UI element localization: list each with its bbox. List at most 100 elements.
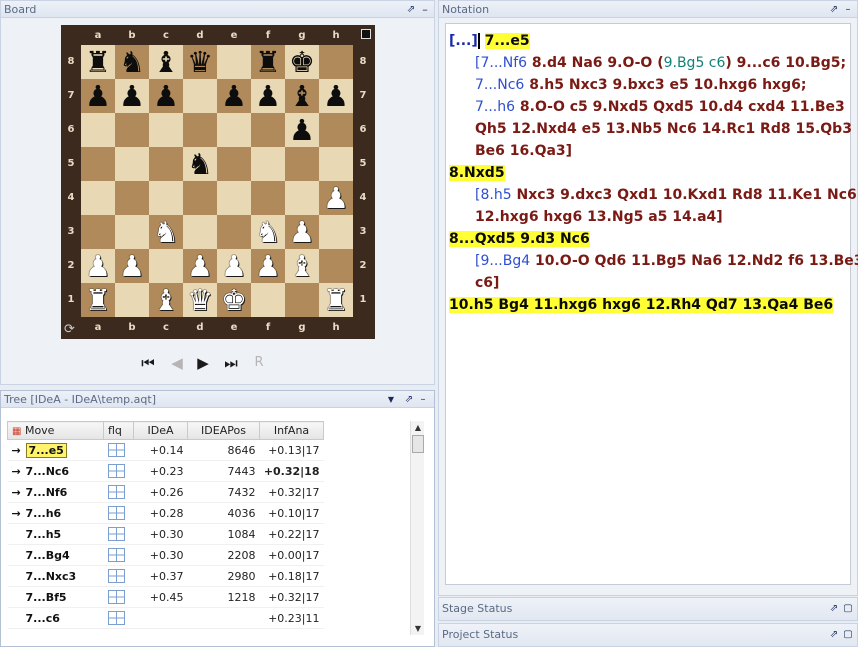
move-label[interactable]: 7...e5 (25, 442, 67, 458)
mainline-move[interactable]: 8.Nxd5 (449, 165, 505, 181)
square-c3[interactable]: ♞ (149, 215, 183, 249)
white-P-piece[interactable]: ♟ (289, 215, 315, 249)
pin-icon[interactable]: ⇗ (827, 624, 841, 641)
square-g4[interactable] (285, 181, 319, 215)
square-h6[interactable] (319, 113, 353, 147)
black-P-piece[interactable]: ♟ (221, 79, 247, 113)
square-c6[interactable] (149, 113, 183, 147)
square-h2[interactable] (319, 249, 353, 283)
last-move-button[interactable]: ⏭ (222, 353, 240, 373)
square-h1[interactable]: ♜ (319, 283, 353, 317)
black-P-piece[interactable]: ♟ (323, 79, 349, 113)
flip-board-icon[interactable]: ⟳ (64, 323, 78, 337)
white-R-piece[interactable]: ♜ (323, 283, 349, 317)
black-B-piece[interactable]: ♝ (153, 45, 179, 79)
white-P-piece[interactable]: ♟ (221, 249, 247, 283)
mainline-move[interactable]: 10.h5 Bg4 11.hxg6 hxg6 12.Rh4 Qd7 13.Qa4… (449, 297, 834, 313)
first-move-button[interactable]: ⏮ (139, 353, 157, 373)
tree-row[interactable]: 7...Bf5 +0.45 1218 +0.32|17 (7, 586, 324, 608)
black-Q-piece[interactable]: ♛ (187, 45, 213, 79)
square-a3[interactable] (81, 215, 115, 249)
square-c8[interactable]: ♝ (149, 45, 183, 79)
column-header-infana[interactable]: InfAna (259, 421, 324, 440)
move-label[interactable]: 7...Nxc3 (26, 570, 77, 583)
square-h7[interactable]: ♟ (319, 79, 353, 113)
square-f8[interactable]: ♜ (251, 45, 285, 79)
square-b5[interactable] (115, 147, 149, 181)
square-d1[interactable]: ♛ (183, 283, 217, 317)
stage-status-panel[interactable]: Stage Status ⇗ ▢ (438, 597, 858, 621)
square-e2[interactable]: ♟ (217, 249, 251, 283)
square-g8[interactable]: ♚ (285, 45, 319, 79)
white-P-piece[interactable]: ♟ (187, 249, 213, 283)
square-d6[interactable] (183, 113, 217, 147)
scroll-thumb[interactable] (412, 435, 424, 453)
square-b3[interactable] (115, 215, 149, 249)
column-header-ideapos[interactable]: IDEAPos (187, 421, 260, 440)
grid-icon[interactable] (107, 548, 125, 562)
grid-icon[interactable] (107, 485, 125, 499)
column-header-move[interactable]: ▦ Move (7, 421, 104, 440)
square-a6[interactable] (81, 113, 115, 147)
square-f6[interactable] (251, 113, 285, 147)
square-a5[interactable] (81, 147, 115, 181)
grid-icon[interactable] (107, 611, 125, 625)
square-c5[interactable] (149, 147, 183, 181)
square-c7[interactable]: ♟ (149, 79, 183, 113)
black-R-piece[interactable]: ♜ (255, 45, 281, 79)
square-b2[interactable]: ♟ (115, 249, 149, 283)
column-header-idea[interactable]: IDeA (133, 421, 188, 440)
black-N-piece[interactable]: ♞ (187, 147, 213, 181)
square-d8[interactable]: ♛ (183, 45, 217, 79)
black-P-piece[interactable]: ♟ (289, 113, 315, 147)
square-d7[interactable] (183, 79, 217, 113)
square-h4[interactable]: ♟ (319, 181, 353, 215)
grid-icon[interactable] (107, 443, 125, 457)
collapsed-variations[interactable]: [...] (449, 33, 478, 49)
tree-row[interactable]: 7...c6 +0.23|11 (7, 607, 324, 629)
next-move-button[interactable]: ▶ (194, 353, 212, 373)
white-P-piece[interactable]: ♟ (119, 249, 145, 283)
move-label[interactable]: 7...h5 (26, 528, 62, 541)
column-header-flq[interactable]: flq (103, 421, 134, 440)
move-label[interactable]: 7...Bf5 (26, 591, 67, 604)
tree-row[interactable]: 7...Bg4 +0.30 2208 +0.00|17 (7, 544, 324, 566)
scroll-down-icon[interactable]: ▼ (411, 624, 425, 633)
move-label[interactable]: 7...Nc6 (26, 465, 70, 478)
notation-text[interactable]: [...] 7...e5 [7...Nf6 8.d4 Na6 9.O-O (9.… (445, 23, 858, 585)
restore-icon[interactable]: ▢ (841, 598, 855, 615)
square-b4[interactable] (115, 181, 149, 215)
square-b7[interactable]: ♟ (115, 79, 149, 113)
pin-icon[interactable]: ⇗ (404, 1, 418, 18)
square-e4[interactable] (217, 181, 251, 215)
black-K-piece[interactable]: ♚ (289, 45, 315, 79)
white-P-piece[interactable]: ♟ (85, 249, 111, 283)
tree-row[interactable]: → 7...Nf6 +0.26 7432 +0.32|17 (7, 481, 324, 503)
black-P-piece[interactable]: ♟ (119, 79, 145, 113)
square-e8[interactable] (217, 45, 251, 79)
square-c1[interactable]: ♝ (149, 283, 183, 317)
tree-row[interactable]: → 7...e5 +0.14 8646 +0.13|17 (7, 439, 324, 461)
minimize-icon[interactable]: – (841, 1, 855, 18)
square-e5[interactable] (217, 147, 251, 181)
grid-icon[interactable] (107, 590, 125, 604)
white-R-piece[interactable]: ♜ (85, 283, 111, 317)
square-e6[interactable] (217, 113, 251, 147)
white-P-piece[interactable]: ♟ (255, 249, 281, 283)
pin-icon[interactable]: ⇗ (827, 1, 841, 18)
minimize-icon[interactable]: – (418, 1, 432, 18)
move-label[interactable]: 7...c6 (26, 612, 60, 625)
restore-icon[interactable]: ▢ (841, 624, 855, 641)
square-h5[interactable] (319, 147, 353, 181)
black-P-piece[interactable]: ♟ (153, 79, 179, 113)
white-N-piece[interactable]: ♞ (153, 215, 179, 249)
square-f5[interactable] (251, 147, 285, 181)
square-g7[interactable]: ♝ (285, 79, 319, 113)
white-N-piece[interactable]: ♞ (255, 215, 281, 249)
tree-row[interactable]: 7...Nxc3 +0.37 2980 +0.18|17 (7, 565, 324, 587)
tree-row[interactable]: 7...h5 +0.30 1084 +0.22|17 (7, 523, 324, 545)
scroll-up-icon[interactable]: ▲ (411, 423, 425, 432)
current-move[interactable]: 7...e5 (484, 33, 530, 49)
white-K-piece[interactable]: ♚ (221, 283, 247, 317)
black-P-piece[interactable]: ♟ (255, 79, 281, 113)
